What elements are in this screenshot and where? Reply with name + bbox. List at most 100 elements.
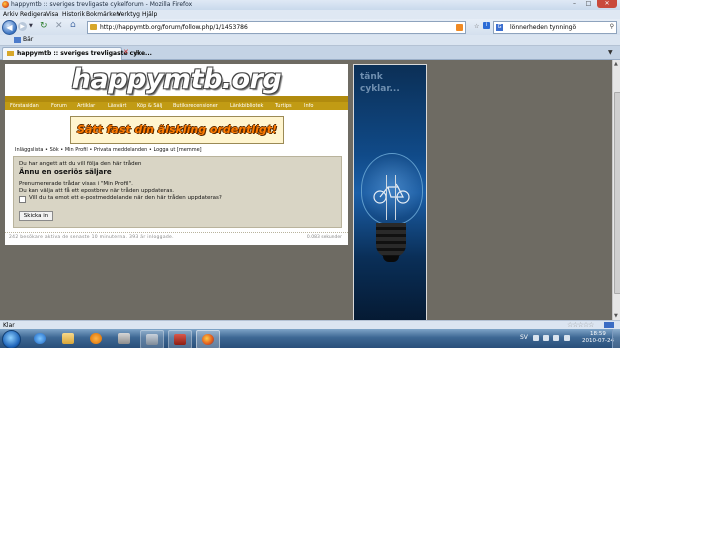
navigation-toolbar: ◀ ▶ ▼ ↻ ✕ ⌂ http://happymtb.org/forum/fo… [0,19,620,35]
page-load-time: 0.083 sekunder [306,235,342,240]
scroll-up-icon[interactable]: ▲ [614,61,618,67]
menu-hjalp[interactable]: Hjälp [142,11,157,18]
nav-forstasidan[interactable]: Förstasidan [10,103,39,109]
bookmark-star-icon[interactable]: ☆ [474,23,479,30]
email-notify-checkbox[interactable] [19,196,26,203]
ad-headline: tänk cyklar... [360,71,400,95]
menu-verktyg[interactable]: Verktyg [117,11,140,18]
search-input[interactable]: lönnerheden tynningö [510,24,576,31]
show-desktop-button[interactable] [612,329,620,348]
application-icon [146,334,158,345]
language-indicator[interactable]: SV [520,334,528,341]
bookmark-bar-item[interactable]: Bär [23,36,33,43]
tab-bar: happymtb :: sveriges trevligaste cyke...… [0,46,620,60]
address-bar[interactable]: http://happymtb.org/forum/follow.php/1/1… [87,21,466,34]
side-ad[interactable]: tänk cyklar... [353,64,427,322]
search-icon[interactable]: ⚲ [610,23,614,30]
status-text: Klar [3,322,15,329]
search-engine-icon[interactable]: G [496,24,503,31]
visitor-stats: 242 besökare aktiva de senaste 10 minute… [9,235,174,240]
rss-icon[interactable] [456,24,463,31]
taskbar-media-button[interactable] [85,330,107,347]
tools-icon [118,333,130,344]
tray-volume-icon[interactable] [564,335,570,341]
ad-text-line-2: cyklar... [360,84,400,94]
tab-list-icon[interactable]: ▼ [608,49,613,56]
site-favicon-icon [90,24,97,30]
nav-info[interactable]: Info [304,103,313,109]
status-addon-icon[interactable] [604,322,614,328]
nav-lankbibliotek[interactable]: Länkbibliotek [230,103,263,109]
tray-flag-icon[interactable] [553,335,559,341]
submit-button[interactable]: Skicka in [19,211,53,221]
breadcrumb[interactable]: Inläggslista • Sök • Min Profil • Privat… [15,147,202,153]
bulb-socket [376,223,406,257]
taskbar-app2-button[interactable] [168,330,192,348]
menu-historik[interactable]: Historik [62,11,85,18]
rating-stars-icon[interactable]: ☆☆☆☆☆ [567,321,594,329]
menu-bar: Arkiv Redigera Visa Historik Bokmärken V… [0,10,620,19]
menu-bokmarken[interactable]: Bokmärken [86,11,120,18]
ad-text-line-1: tänk [360,72,383,82]
red-application-icon [174,334,186,345]
forum-panel: happymtb.org Förstasidan Forum Artiklar … [5,64,348,245]
history-dropdown-icon[interactable]: ▼ [29,23,33,29]
thread-title[interactable]: Ännu en oseriös säljare [19,168,112,176]
start-button[interactable] [2,330,21,348]
minimize-button[interactable]: – [568,0,581,8]
tray-network-icon[interactable] [543,335,549,341]
clock-date: 2010-07-24 [582,338,614,344]
nav-artiklar[interactable]: Artiklar [77,103,95,109]
nav-butiksrecensioner[interactable]: Butiksrecensioner [173,103,218,109]
taskbar-ie-button[interactable] [29,330,51,347]
firefox-taskbar-icon [202,334,214,345]
tab-close-icon[interactable]: ✕ [123,48,129,56]
menu-visa[interactable]: Visa [46,11,58,18]
forward-button[interactable]: ▶ [18,22,27,31]
scrollbar-thumb[interactable] [614,92,620,294]
menu-arkiv[interactable]: Arkiv [3,11,18,18]
bookmarks-toolbar: Bär [0,35,620,46]
home-icon[interactable]: ⌂ [70,20,76,30]
site-header: happymtb.org [5,64,348,96]
info-line-1: Prenumererade trådar visas i "Min Profil… [19,181,133,187]
site-logo[interactable]: happymtb.org [5,64,348,96]
taskbar-explorer-button[interactable] [57,330,79,347]
tab-favicon-icon [7,51,14,56]
menu-redigera[interactable]: Redigera [20,11,47,18]
clock[interactable]: 18:59 2010-07-24 [582,331,614,345]
reload-icon[interactable]: ↻ [40,21,48,31]
clock-time: 18:59 [590,331,606,337]
nav-turtips[interactable]: Turtips [275,103,292,109]
taskbar-app-button[interactable] [140,330,164,348]
site-nav: Förstasidan Forum Artiklar Läsvärt Köp &… [5,102,348,110]
follow-thread-panel: Du har angett att du vill följa den här … [13,156,342,228]
taskbar-tools-button[interactable] [113,330,135,347]
new-tab-icon[interactable]: + [133,48,140,57]
tab-label: happymtb :: sveriges trevligaste cyke... [17,50,152,57]
title-bar: happymtb :: sveriges trevligaste cykelfo… [0,0,620,10]
stop-icon[interactable]: ✕ [55,21,63,31]
close-button[interactable]: ✕ [597,0,617,8]
nav-lasvart[interactable]: Läsvärt [108,103,127,109]
tray-up-icon[interactable] [533,335,539,341]
bulb-filament [386,175,396,220]
taskbar-firefox-button[interactable] [196,330,220,348]
ad-banner[interactable]: Sätt fast din älskling ordentligt! [70,116,284,144]
back-button[interactable]: ◀ [2,20,17,35]
tab-happymtb[interactable]: happymtb :: sveriges trevligaste cyke... [2,47,152,60]
search-bar[interactable]: G lönnerheden tynningö ⚲ [493,21,617,34]
bulb-tip [383,256,399,262]
nav-kop-salj[interactable]: Köp & Sälj [137,103,162,109]
info-line-2: Du kan välja att få ett epostbrev när tr… [19,188,175,194]
vertical-scrollbar[interactable]: ▲ ▼ [612,60,620,320]
nav-forum[interactable]: Forum [51,103,67,109]
banner-text: Sätt fast din älskling ordentligt! [76,123,278,136]
address-text[interactable]: http://happymtb.org/forum/follow.php/1/1… [100,24,248,31]
bookmark-folder-icon [14,37,21,43]
info-icon[interactable]: i [483,22,490,29]
scroll-down-icon[interactable]: ▼ [614,313,618,319]
taskbar: SV 18:59 2010-07-24 [0,329,620,348]
maximize-button[interactable]: □ [582,0,595,8]
folder-icon [62,333,74,344]
